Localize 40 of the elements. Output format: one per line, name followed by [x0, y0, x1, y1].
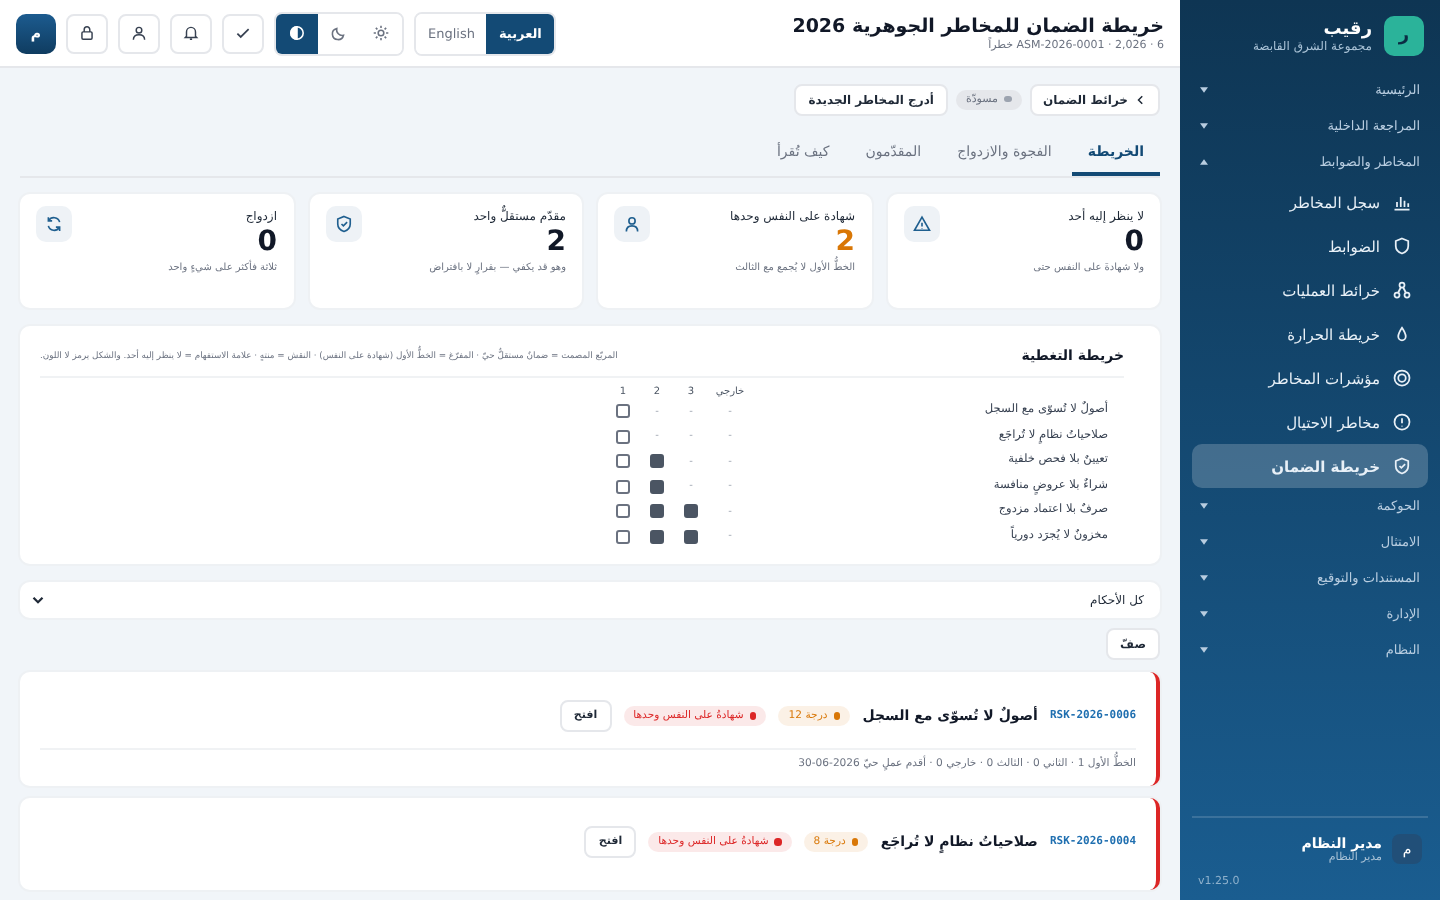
nodes-icon [1392, 280, 1412, 300]
user-icon [130, 24, 148, 42]
stat-value: 0 [257, 228, 277, 259]
shield-icon [1392, 236, 1412, 256]
stat-value: 2 [835, 228, 855, 258]
chevron-down-icon [32, 594, 44, 606]
refresh-icon [36, 206, 72, 242]
check-button[interactable] [222, 13, 264, 53]
app-name: رقيب [1321, 19, 1372, 39]
drop-icon [1392, 324, 1412, 344]
alert-circle-icon [1392, 412, 1412, 432]
shield-check-icon [325, 206, 361, 242]
stat-value: 0 [1122, 228, 1144, 259]
notifications-button[interactable] [170, 13, 212, 53]
app-logo: ر [1384, 16, 1424, 56]
contrast-icon [288, 24, 306, 42]
lock-icon [78, 24, 96, 42]
bell-icon [182, 24, 200, 42]
caret-icon [1200, 538, 1208, 546]
shield-check-icon [1392, 456, 1412, 476]
theme-contrast-button[interactable] [276, 13, 318, 53]
sun-icon [372, 24, 390, 42]
page-title: خريطة الضمان للمخاطر الجوهرية 2026 [792, 15, 1164, 37]
gauge-icon [1392, 368, 1412, 388]
caret-icon [1200, 574, 1208, 582]
lock-button[interactable] [66, 13, 108, 53]
caret-icon [1200, 158, 1208, 166]
moon-icon [330, 24, 348, 42]
caret-icon [1200, 646, 1208, 654]
chevron-icon [1136, 94, 1146, 106]
stat-value: 2 [544, 228, 566, 259]
checkmark-icon [234, 24, 252, 42]
profile-button[interactable] [118, 13, 160, 53]
caret-icon [1200, 86, 1208, 94]
caret-icon [1200, 122, 1208, 130]
caret-icon [1200, 610, 1208, 618]
bar-chart-icon [1392, 192, 1412, 212]
person-icon [614, 206, 650, 242]
caret-icon [1200, 502, 1208, 510]
warning-icon [903, 206, 939, 242]
